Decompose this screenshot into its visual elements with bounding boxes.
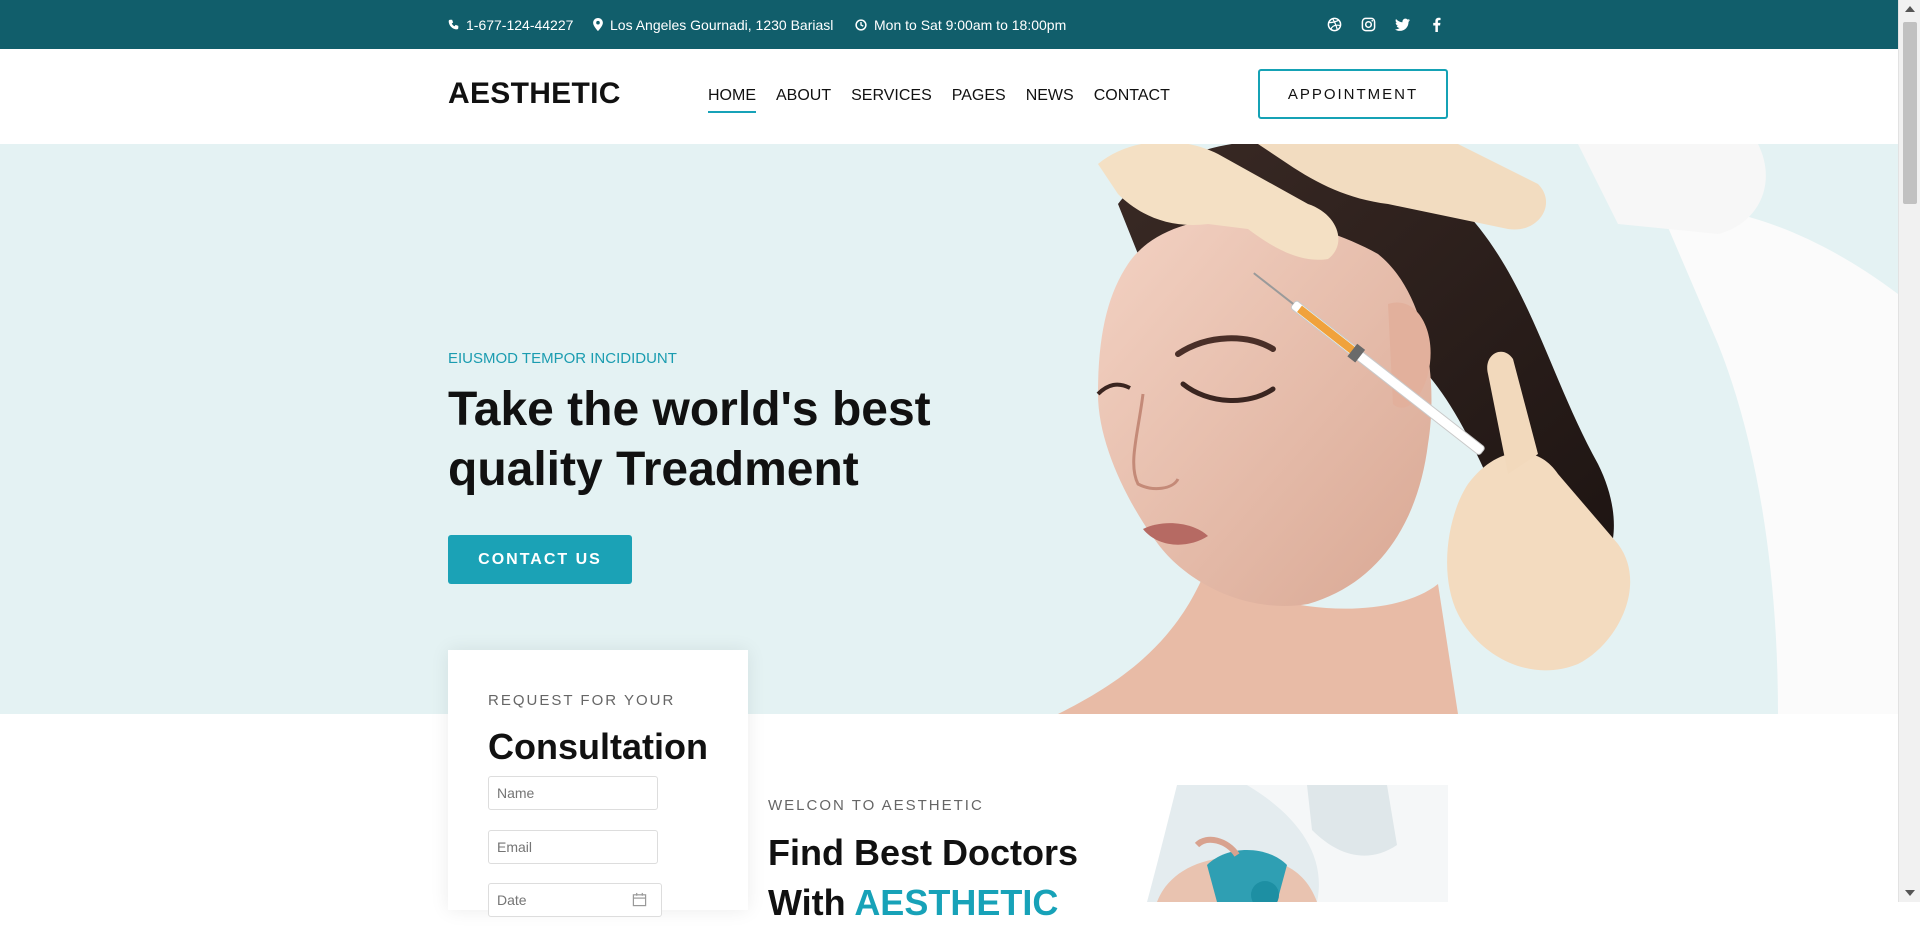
nav-pages[interactable]: PAGES xyxy=(952,87,1006,113)
phone-info[interactable]: 1-677-124-44227 xyxy=(448,0,573,49)
scroll-down-icon[interactable] xyxy=(1905,890,1915,896)
main-nav: HOME ABOUT SERVICES PAGES NEWS CONTACT xyxy=(708,87,1170,113)
facebook-icon[interactable] xyxy=(1429,17,1444,32)
appointment-button[interactable]: APPOINTMENT xyxy=(1258,69,1448,119)
map-pin-icon xyxy=(593,18,603,31)
phone-number: 1-677-124-44227 xyxy=(466,16,574,33)
top-info-bar: 1-677-124-44227 Los Angeles Gournadi, 12… xyxy=(0,0,1898,49)
dribbble-icon[interactable] xyxy=(1327,17,1342,32)
email-field[interactable] xyxy=(488,830,658,864)
welcome-title-accent: AESTHETIC xyxy=(854,882,1059,923)
welcome-title: Find Best Doctors With AESTHETIC xyxy=(768,828,1078,928)
scroll-up-icon[interactable] xyxy=(1905,6,1915,12)
nav-news[interactable]: NEWS xyxy=(1026,87,1074,113)
welcome-title-prefix: With xyxy=(768,882,855,923)
nav-about[interactable]: ABOUT xyxy=(776,87,831,113)
contact-us-button[interactable]: CONTACT US xyxy=(448,535,632,584)
hours-info: Mon to Sat 9:00am to 18:00pm xyxy=(855,0,1066,49)
hero-treatment-photo xyxy=(1058,144,1898,714)
date-field-wrapper xyxy=(488,883,662,917)
phone-icon xyxy=(448,19,459,30)
nav-contact[interactable]: CONTACT xyxy=(1094,87,1170,113)
clock-icon xyxy=(855,18,867,31)
consultation-title: Consultation xyxy=(488,726,708,767)
main-header: AESTHETIC HOME ABOUT SERVICES PAGES NEWS… xyxy=(0,49,1898,144)
address-text: Los Angeles Gournadi, 1230 Bariasl xyxy=(610,16,834,33)
doctor-treatment-photo xyxy=(1097,785,1448,902)
nav-home[interactable]: HOME xyxy=(708,87,756,113)
hero-section: EIUSMOD TEMPOR INCIDIDUNT Take the world… xyxy=(0,144,1898,714)
consultation-eyebrow: REQUEST FOR YOUR xyxy=(488,692,676,709)
address-info: Los Angeles Gournadi, 1230 Bariasl xyxy=(593,0,833,49)
hero-eyebrow: EIUSMOD TEMPOR INCIDIDUNT xyxy=(448,350,677,367)
hero-title: Take the world's best quality Treadment xyxy=(448,383,931,496)
page-scrollbar[interactable] xyxy=(1898,0,1920,902)
welcome-title-line2: With AESTHETIC xyxy=(768,878,1078,928)
twitter-icon[interactable] xyxy=(1395,17,1410,32)
scroll-thumb[interactable] xyxy=(1903,22,1917,204)
hours-text: Mon to Sat 9:00am to 18:00pm xyxy=(874,16,1067,33)
nav-services[interactable]: SERVICES xyxy=(851,87,932,113)
name-field[interactable] xyxy=(488,776,658,810)
welcome-eyebrow: WELCON TO AESTHETIC xyxy=(768,797,984,814)
calendar-icon[interactable] xyxy=(632,892,647,907)
site-logo[interactable]: AESTHETIC xyxy=(448,77,621,111)
social-links xyxy=(1327,0,1444,49)
instagram-icon[interactable] xyxy=(1361,17,1376,32)
consultation-card: REQUEST FOR YOUR Consultation xyxy=(448,650,748,917)
welcome-title-line1: Find Best Doctors xyxy=(768,832,1079,873)
